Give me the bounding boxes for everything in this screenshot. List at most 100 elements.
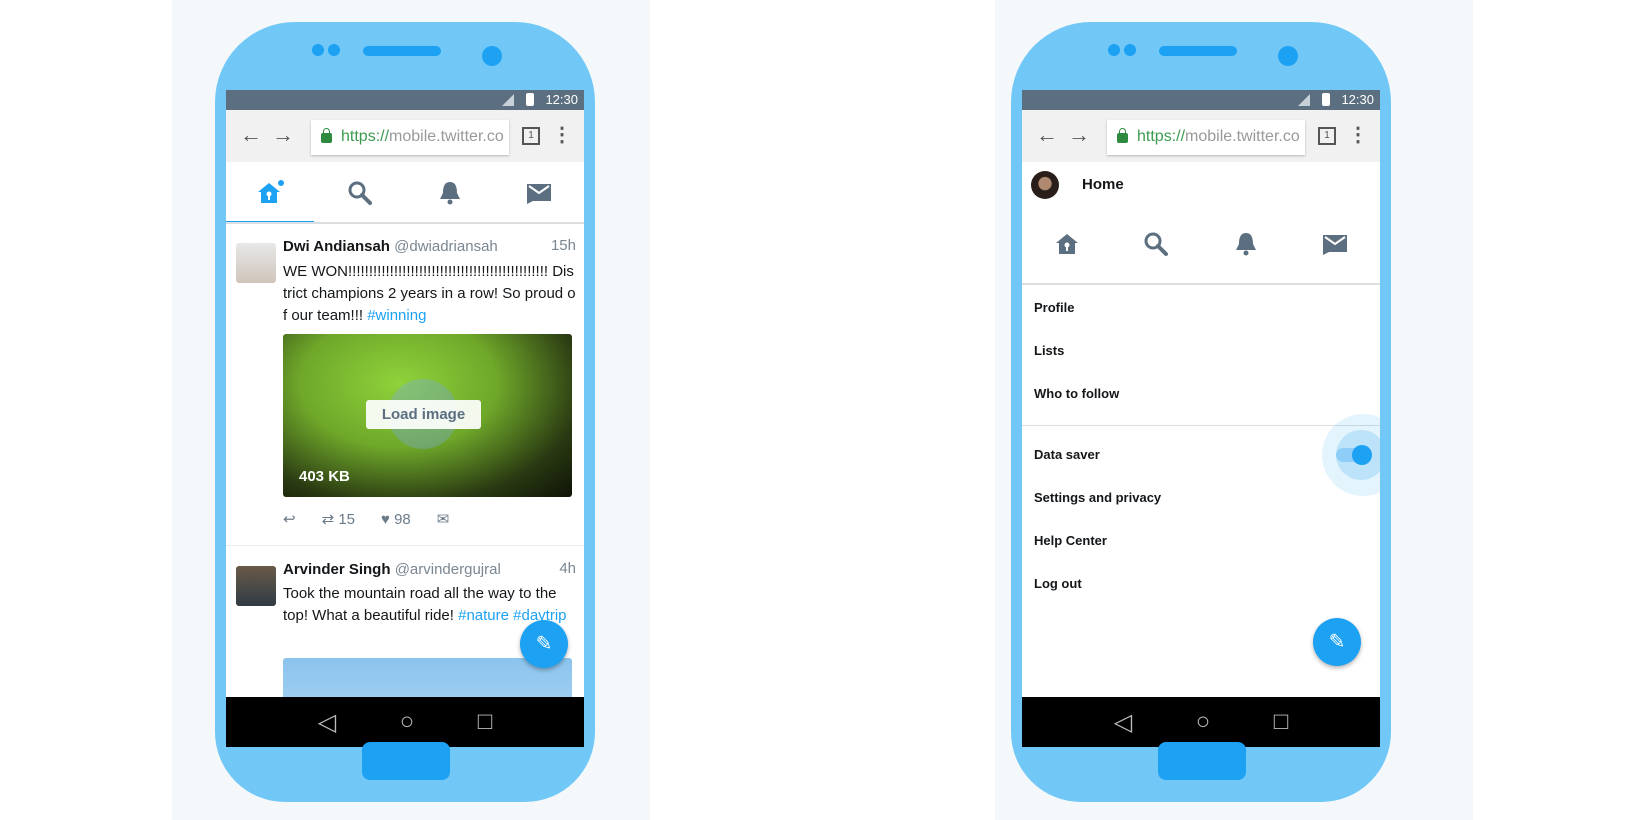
browser-menu-button[interactable]: ⋮ xyxy=(552,122,572,147)
speaker xyxy=(363,46,441,56)
screen: 12:30 ← → https://mobile.twitter.co 1 ⋮ … xyxy=(1022,90,1380,747)
sensor xyxy=(1108,44,1120,56)
drawer-icon-row xyxy=(1022,213,1380,275)
url-bar[interactable]: https://mobile.twitter.co xyxy=(1107,120,1305,155)
data-saver-toggle[interactable] xyxy=(1336,445,1372,465)
load-image-button[interactable]: Load image xyxy=(366,400,481,429)
divider xyxy=(1022,425,1380,426)
back-nav-button[interactable]: ◁ xyxy=(318,708,336,737)
divider xyxy=(226,545,584,546)
recents-nav-button[interactable]: □ xyxy=(478,708,493,736)
menu-item-help-center[interactable]: Help Center xyxy=(1034,533,1107,548)
like-count: 98 xyxy=(394,510,411,528)
tweet-actions: ↩ ⇄ 15 ♥ 98 ✉ xyxy=(283,510,450,529)
bell-icon xyxy=(439,182,460,205)
hashtag-link[interactable]: #winning xyxy=(367,307,426,324)
retweet-button[interactable]: ⇄ 15 xyxy=(322,510,355,528)
clock: 12:30 xyxy=(545,92,578,107)
like-button[interactable]: ♥ 98 xyxy=(381,511,411,528)
status-bar: 12:30 xyxy=(226,90,584,110)
browser-toolbar: ← → https://mobile.twitter.co 1 ⋮ xyxy=(226,110,584,162)
author-name[interactable]: Dwi Andiansah xyxy=(283,238,390,255)
home-nav-button[interactable]: ○ xyxy=(1196,708,1211,736)
compose-icon: ✎ xyxy=(1328,631,1346,653)
tab-messages[interactable] xyxy=(1291,213,1381,275)
menu-item-lists[interactable]: Lists xyxy=(1034,343,1064,358)
tabs-button[interactable]: 1 xyxy=(1318,127,1336,145)
tabs-button[interactable]: 1 xyxy=(522,127,540,145)
tweet-media: Load image 403 KB xyxy=(283,334,572,497)
browser-toolbar: ← → https://mobile.twitter.co 1 ⋮ xyxy=(1022,110,1380,162)
compose-tweet-button[interactable]: ✎ xyxy=(520,620,568,668)
tab-messages[interactable] xyxy=(495,162,585,224)
forward-button[interactable]: → xyxy=(1068,122,1090,148)
camera xyxy=(1278,46,1298,66)
menu-item-data-saver[interactable]: Data saver xyxy=(1034,447,1100,462)
media-size: 403 KB xyxy=(299,468,350,485)
tab-home[interactable] xyxy=(226,162,316,224)
lock-icon xyxy=(321,128,332,143)
author-name[interactable]: Arvinder Singh xyxy=(283,561,391,578)
tab-notifications[interactable] xyxy=(1201,213,1291,275)
speaker xyxy=(1159,46,1237,56)
profile-avatar[interactable] xyxy=(1031,171,1059,199)
signal-icon xyxy=(502,94,514,106)
menu-item-who-to-follow[interactable]: Who to follow xyxy=(1034,386,1119,401)
reply-icon[interactable]: ↩ xyxy=(283,510,296,528)
author-handle[interactable]: @arvindergujral xyxy=(395,561,501,578)
android-nav-bar: ◁ ○ □ xyxy=(226,697,584,747)
battery-icon xyxy=(526,93,534,106)
url-scheme: https:// xyxy=(341,128,390,145)
phone-drawer: 12:30 ← → https://mobile.twitter.co 1 ⋮ … xyxy=(1011,22,1391,802)
browser-menu-button[interactable]: ⋮ xyxy=(1348,122,1368,147)
mail-icon xyxy=(1323,235,1348,255)
menu-item-log-out[interactable]: Log out xyxy=(1034,576,1082,591)
bell-icon xyxy=(1235,233,1256,256)
author-handle[interactable]: @dwiadriansah xyxy=(394,238,498,255)
back-button[interactable]: ← xyxy=(1036,122,1058,148)
url-host: mobile.twitter.co xyxy=(1185,128,1300,145)
screen: 12:30 ← → https://mobile.twitter.co 1 ⋮ … xyxy=(226,90,584,747)
compose-tweet-button[interactable]: ✎ xyxy=(1313,618,1361,666)
phone-home-button xyxy=(1158,742,1246,780)
android-nav-bar: ◁ ○ □ xyxy=(1022,697,1380,747)
avatar[interactable] xyxy=(236,243,276,283)
menu-item-settings[interactable]: Settings and privacy xyxy=(1034,490,1161,505)
lock-icon xyxy=(1117,128,1128,143)
tweet-time: 4h xyxy=(559,560,576,577)
status-bar: 12:30 xyxy=(1022,90,1380,110)
tab-search[interactable] xyxy=(1112,213,1202,275)
divider xyxy=(226,222,584,224)
back-nav-button[interactable]: ◁ xyxy=(1114,708,1132,737)
menu-item-profile[interactable]: Profile xyxy=(1034,300,1074,315)
tab-notifications[interactable] xyxy=(405,162,495,224)
divider xyxy=(1022,283,1380,285)
tab-search[interactable] xyxy=(316,162,406,224)
url-host: mobile.twitter.co xyxy=(389,128,504,145)
retweet-count: 15 xyxy=(338,511,356,528)
url-bar[interactable]: https://mobile.twitter.co xyxy=(311,120,509,155)
sensor xyxy=(312,44,324,56)
phone-home-button xyxy=(362,742,450,780)
back-button[interactable]: ← xyxy=(240,122,262,148)
tab-home[interactable] xyxy=(1022,213,1112,275)
direct-message-icon[interactable]: ✉ xyxy=(437,510,450,528)
compose-icon: ✎ xyxy=(535,633,553,655)
home-nav-button[interactable]: ○ xyxy=(400,708,415,736)
tab-bar xyxy=(226,162,584,224)
tweet-time: 15h xyxy=(550,237,576,254)
clock: 12:30 xyxy=(1341,92,1374,107)
avatar[interactable] xyxy=(236,566,276,606)
search-icon xyxy=(1144,232,1169,256)
battery-icon xyxy=(1322,93,1330,106)
search-icon xyxy=(348,181,373,205)
drawer-title: Home xyxy=(1082,176,1124,193)
recents-nav-button[interactable]: □ xyxy=(1274,708,1289,736)
url-scheme: https:// xyxy=(1137,128,1186,145)
toggle-knob xyxy=(1352,445,1372,465)
mail-icon xyxy=(527,184,552,204)
tweet-text: Took the mountain road all the way to th… xyxy=(283,583,578,627)
tweet-text: WE WON!!!!!!!!!!!!!!!!!!!!!!!!!!!!!!!!!!… xyxy=(283,261,578,327)
signal-icon xyxy=(1298,94,1310,106)
forward-button[interactable]: → xyxy=(272,122,294,148)
